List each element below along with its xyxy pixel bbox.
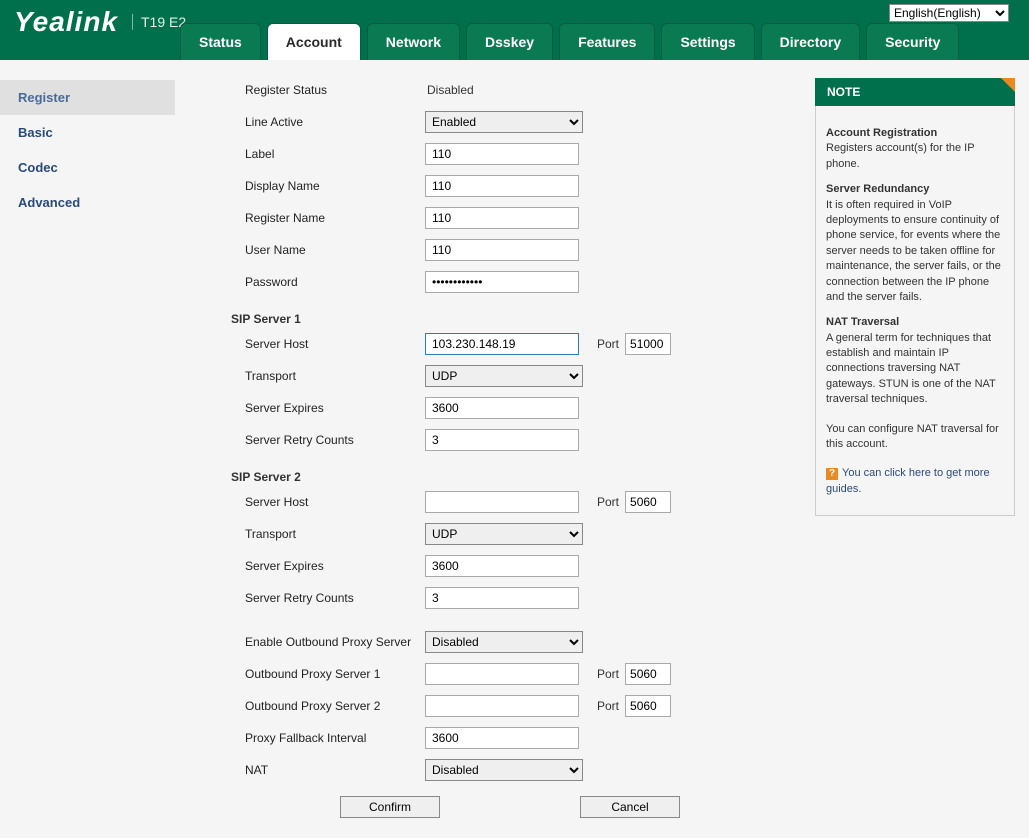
sip2-retry-label: Server Retry Counts (185, 591, 425, 605)
line-active-label: Line Active (185, 115, 425, 129)
tab-security[interactable]: Security (866, 23, 959, 60)
register-name-label: Register Name (185, 211, 425, 225)
tab-settings[interactable]: Settings (661, 23, 754, 60)
cancel-button[interactable]: Cancel (580, 796, 680, 818)
sidebar-item-advanced[interactable]: Advanced (0, 185, 175, 220)
brand-logo: Yealink (14, 6, 118, 38)
confirm-button[interactable]: Confirm (340, 796, 440, 818)
user-name-label: User Name (185, 243, 425, 257)
fallback-label: Proxy Fallback Interval (185, 731, 425, 745)
header: Yealink T19 E2 English(English) Status A… (0, 0, 1029, 60)
sidebar: Register Basic Codec Advanced (0, 60, 175, 838)
nat-label: NAT (185, 763, 425, 777)
label-input[interactable] (425, 143, 579, 165)
outbound-s1-port-label: Port (597, 667, 619, 681)
main-tabs: Status Account Network Dsskey Features S… (180, 23, 959, 60)
sip2-host-input[interactable] (425, 491, 579, 513)
sip1-expires-input[interactable] (425, 397, 579, 419)
outbound-s2-port-input[interactable] (625, 695, 671, 717)
sip1-expires-label: Server Expires (185, 401, 425, 415)
main-form: Register StatusDisabled Line ActiveEnabl… (175, 60, 815, 838)
register-status-label: Register Status (185, 83, 425, 97)
display-name-input[interactable] (425, 175, 579, 197)
note-sec3-body: A general term for techniques that estab… (826, 331, 1004, 408)
password-input[interactable] (425, 271, 579, 293)
sip1-retry-input[interactable] (425, 429, 579, 451)
sip2-expires-label: Server Expires (185, 559, 425, 573)
line-active-select[interactable]: Enabled (425, 111, 583, 133)
tab-account[interactable]: Account (267, 23, 361, 60)
outbound-s1-input[interactable] (425, 663, 579, 685)
tab-features[interactable]: Features (559, 23, 655, 60)
label-field-label: Label (185, 147, 425, 161)
sip-server-1-heading: SIP Server 1 (185, 302, 775, 332)
fallback-input[interactable] (425, 727, 579, 749)
note-guides-link[interactable]: You can click here to get more guides. (826, 467, 990, 494)
sidebar-item-codec[interactable]: Codec (0, 150, 175, 185)
sip2-transport-label: Transport (185, 527, 425, 541)
language-selector[interactable]: English(English) (889, 4, 1009, 22)
sidebar-item-register[interactable]: Register (0, 80, 175, 115)
sip2-transport-select[interactable]: UDP (425, 523, 583, 545)
sip1-transport-label: Transport (185, 369, 425, 383)
language-select[interactable]: English(English) (889, 4, 1009, 22)
help-icon: ? (826, 468, 838, 480)
outbound-s1-label: Outbound Proxy Server 1 (185, 667, 425, 681)
sip2-expires-input[interactable] (425, 555, 579, 577)
note-sec1-title: Account Registration (826, 126, 1004, 141)
sip2-host-label: Server Host (185, 495, 425, 509)
note-heading: NOTE (815, 78, 1015, 106)
outbound-enable-label: Enable Outbound Proxy Server (185, 635, 425, 649)
tab-dsskey[interactable]: Dsskey (466, 23, 553, 60)
sip1-port-label: Port (597, 337, 619, 351)
display-name-label: Display Name (185, 179, 425, 193)
register-status-value: Disabled (425, 83, 474, 97)
sip1-host-label: Server Host (185, 337, 425, 351)
password-label: Password (185, 275, 425, 289)
sidebar-item-basic[interactable]: Basic (0, 115, 175, 150)
outbound-s2-input[interactable] (425, 695, 579, 717)
sip2-retry-input[interactable] (425, 587, 579, 609)
note-sec1-body: Registers account(s) for the IP phone. (826, 141, 1004, 172)
outbound-s2-label: Outbound Proxy Server 2 (185, 699, 425, 713)
sip1-host-input[interactable] (425, 333, 579, 355)
note-sec2-body: It is often required in VoIP deployments… (826, 198, 1004, 306)
note-panel: NOTE Account Registration Registers acco… (815, 78, 1015, 838)
sip1-retry-label: Server Retry Counts (185, 433, 425, 447)
outbound-s1-port-input[interactable] (625, 663, 671, 685)
sip2-port-label: Port (597, 495, 619, 509)
model-label: T19 E2 (132, 14, 186, 30)
outbound-s2-port-label: Port (597, 699, 619, 713)
note-extra: You can configure NAT traversal for this… (826, 422, 1004, 453)
sip-server-2-heading: SIP Server 2 (185, 460, 775, 490)
user-name-input[interactable] (425, 239, 579, 261)
tab-directory[interactable]: Directory (761, 23, 860, 60)
note-sec2-title: Server Redundancy (826, 182, 1004, 197)
nat-select[interactable]: Disabled (425, 759, 583, 781)
sip1-port-input[interactable] (625, 333, 671, 355)
note-sec3-title: NAT Traversal (826, 315, 1004, 330)
outbound-enable-select[interactable]: Disabled (425, 631, 583, 653)
tab-network[interactable]: Network (367, 23, 460, 60)
tab-status[interactable]: Status (180, 23, 261, 60)
register-name-input[interactable] (425, 207, 579, 229)
sip2-port-input[interactable] (625, 491, 671, 513)
sip1-transport-select[interactable]: UDP (425, 365, 583, 387)
